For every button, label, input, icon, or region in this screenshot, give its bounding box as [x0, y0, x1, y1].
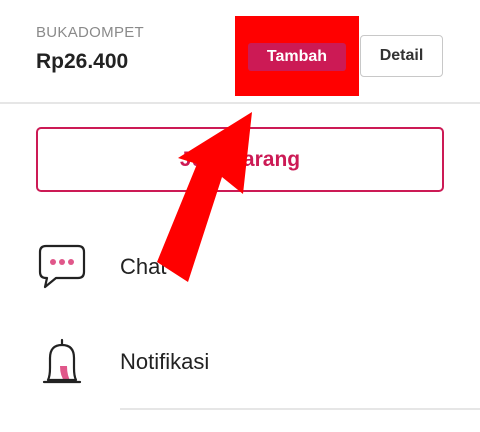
- section-divider: [0, 102, 480, 104]
- bell-icon: [42, 338, 82, 384]
- detail-button[interactable]: Detail: [360, 35, 443, 77]
- chat-bubble-icon: [38, 244, 86, 289]
- menu-item-notifikasi[interactable]: Notifikasi: [0, 322, 480, 402]
- sell-item-button[interactable]: Jual Barang: [36, 127, 444, 192]
- menu-item-chat-label: Chat: [120, 254, 167, 279]
- menu-item-notifikasi-label: Notifikasi: [120, 349, 210, 374]
- tambah-button[interactable]: Tambah: [248, 43, 346, 71]
- wallet-balance: Rp26.400: [36, 50, 129, 73]
- menu-divider: [120, 408, 480, 410]
- menu-item-chat[interactable]: Chat: [0, 226, 480, 306]
- wallet-label: BUKADOMPET: [36, 24, 145, 41]
- wallet-section: BUKADOMPET Rp26.400 Tambah Detail: [0, 0, 480, 102]
